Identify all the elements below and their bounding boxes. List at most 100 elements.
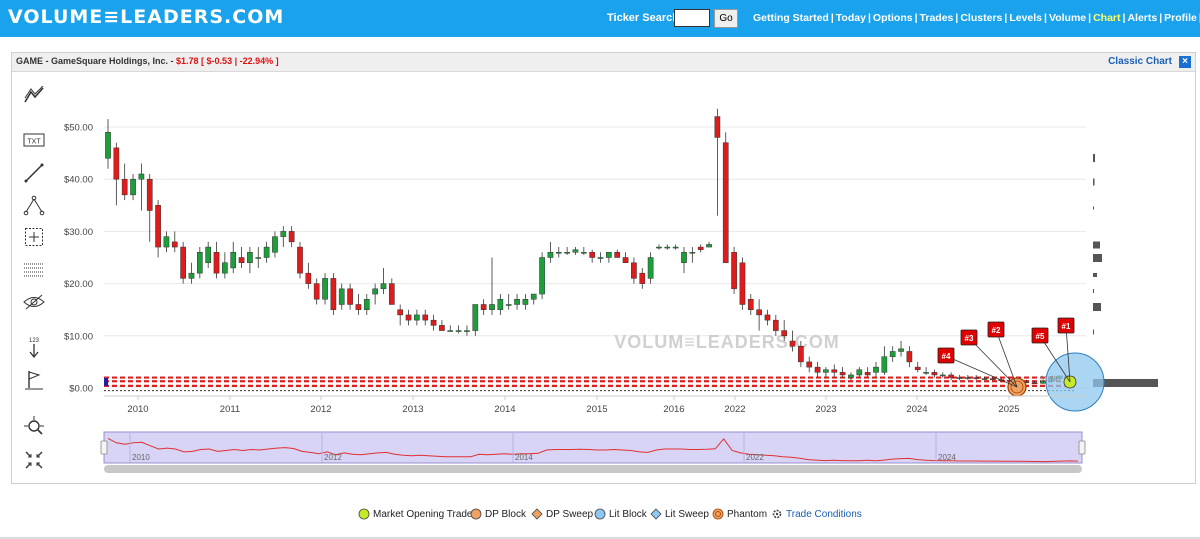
candle-body <box>898 348 904 352</box>
trade-marker-label: #1 <box>1062 322 1071 331</box>
candle-body <box>272 236 278 253</box>
circle-icon <box>470 508 482 520</box>
candle-body <box>823 369 829 373</box>
trade-marker-label: #2 <box>992 326 1001 335</box>
candle-body <box>514 299 520 305</box>
candle-body <box>113 147 120 180</box>
candle-body <box>597 257 604 259</box>
candle-body <box>255 257 262 259</box>
legend-label: Trade Conditions <box>786 508 862 520</box>
navigator-label: 2022 <box>746 453 764 462</box>
legend-label: Lit Block <box>609 508 647 520</box>
last-price-label: $1.78 <box>1040 376 1058 383</box>
candle-body <box>180 246 186 279</box>
candles <box>105 108 1071 385</box>
candle-body <box>848 374 854 378</box>
legend-item-phantom[interactable]: Phantom <box>712 508 767 520</box>
candle-body <box>480 304 487 310</box>
candle-body <box>764 314 771 321</box>
candle-body <box>831 369 838 373</box>
candlestick-chart[interactable]: VOLUM≡LEADERS.COM #4 #3 #2 #5 #1 $1.78 $50.00… <box>0 0 1200 505</box>
navigator-label: 2010 <box>132 453 150 462</box>
candle-body <box>155 205 161 248</box>
candle-body <box>105 131 111 159</box>
range-navigator[interactable]: 2010 2012 2014 2022 2024 <box>100 431 1086 473</box>
volume-profile-bar <box>1093 273 1097 277</box>
candle-body <box>305 272 312 284</box>
volume-profile-bar <box>1093 329 1094 335</box>
candle-body <box>606 252 612 258</box>
trade-marker-leader <box>995 329 1018 388</box>
legend-item-market-opening-trade[interactable]: Market Opening Trade <box>358 508 473 520</box>
y-tick-label: $0.00 <box>69 384 93 395</box>
candle-body <box>405 314 412 321</box>
volume-profile-bar <box>1093 241 1100 249</box>
candle-body <box>589 252 596 258</box>
candle-body <box>313 283 320 300</box>
candle-body <box>347 288 353 305</box>
navigator-scrollbar[interactable] <box>104 465 1082 473</box>
candle-body <box>213 252 220 274</box>
candle-body <box>455 330 462 332</box>
candle-body <box>130 178 136 196</box>
trade-marker-label: #4 <box>942 352 951 361</box>
candle-body <box>489 304 495 310</box>
legend-item-trade-conditions[interactable]: Trade Conditions <box>771 508 862 520</box>
candle-body <box>689 252 696 254</box>
candle-body <box>530 293 537 300</box>
y-tick-label: $50.00 <box>64 123 93 134</box>
candle-body <box>722 142 729 263</box>
candle-body <box>539 257 545 295</box>
candle-body <box>330 278 337 310</box>
x-tick-label: 2012 <box>310 404 331 415</box>
candle-body <box>580 252 587 254</box>
navigator-range[interactable] <box>103 431 1083 464</box>
legend-item-lit-sweep[interactable]: Lit Sweep <box>650 508 709 520</box>
candle-body <box>681 252 687 263</box>
price-level-lines <box>104 376 1075 392</box>
circle-icon <box>358 508 370 520</box>
candle-body <box>914 366 921 370</box>
candle-body <box>614 252 621 258</box>
x-tick-label: 2015 <box>586 404 607 415</box>
candle-body <box>806 361 813 368</box>
legend-label: Market Opening Trade <box>373 508 473 520</box>
candle-body <box>472 304 479 331</box>
x-tick-label: 2025 <box>998 404 1019 415</box>
candle-body <box>814 366 821 373</box>
candle-body <box>631 262 637 279</box>
candle-body <box>964 377 971 379</box>
navigator-right-handle[interactable] <box>1078 440 1086 455</box>
trade-markers[interactable]: #4 #3 #2 #5 #1 $1.78 <box>104 317 1105 412</box>
candle-body <box>839 372 846 376</box>
legend-label: DP Sweep <box>546 508 594 520</box>
candle-body <box>363 299 370 310</box>
y-tick-label: $30.00 <box>64 227 93 238</box>
candle-body <box>338 288 345 305</box>
legend-item-dp-sweep[interactable]: DP Sweep <box>531 508 593 520</box>
candle-body <box>222 262 228 274</box>
candle-body <box>430 319 437 326</box>
candle-body <box>372 288 378 295</box>
legend-item-lit-block[interactable]: Lit Block <box>594 508 647 520</box>
x-tick-label: 2013 <box>402 404 423 415</box>
phantom-icon <box>712 508 724 520</box>
candle-body <box>564 252 570 254</box>
legend-item-dp-block[interactable]: DP Block <box>470 508 526 520</box>
candle-body <box>388 283 395 305</box>
candle-body <box>697 246 704 250</box>
volume-profile-bar <box>1093 289 1094 293</box>
candle-body <box>171 241 178 248</box>
volume-profile-bars <box>1093 154 1158 387</box>
candle-body <box>547 252 554 258</box>
candle-body <box>923 372 929 374</box>
candle-body <box>864 372 871 376</box>
candle-body <box>414 314 420 321</box>
candle-body <box>280 231 287 237</box>
candle-body <box>555 252 562 254</box>
y-tick-label: $20.00 <box>64 279 93 290</box>
legend-label: Lit Sweep <box>665 508 709 520</box>
navigator-left-handle[interactable] <box>100 440 108 455</box>
volume-profile-bar <box>1093 178 1095 186</box>
candle-body <box>772 319 779 331</box>
